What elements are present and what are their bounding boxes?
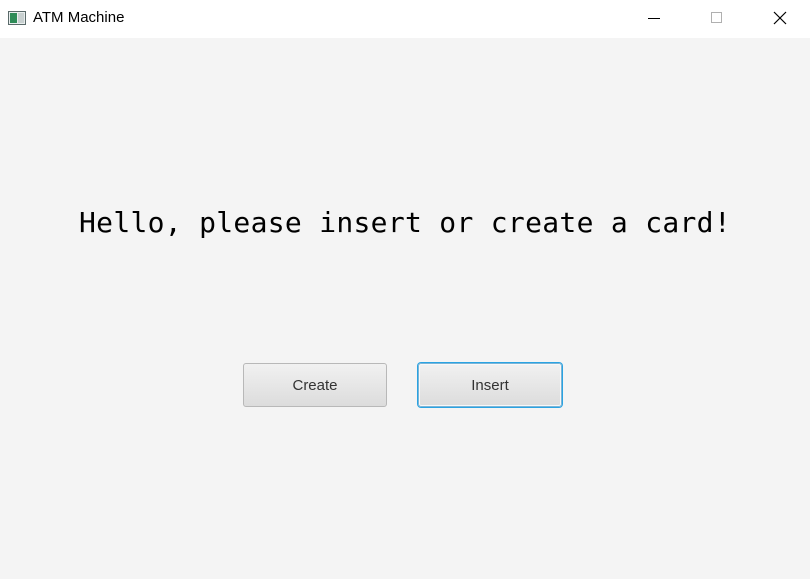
main-content: Hello, please insert or create a card! C…: [0, 38, 810, 579]
window-title: ATM Machine: [33, 9, 125, 26]
insert-button[interactable]: Insert: [418, 363, 562, 407]
app-window-icon: [8, 11, 26, 25]
minimize-icon: [648, 18, 660, 19]
maximize-button[interactable]: [693, 0, 739, 38]
maximize-icon: [711, 12, 722, 23]
close-button[interactable]: [757, 0, 803, 38]
greeting-text: Hello, please insert or create a card!: [79, 206, 731, 239]
close-icon: [773, 11, 787, 25]
minimize-button[interactable]: [631, 0, 677, 38]
title-bar[interactable]: ATM Machine: [0, 0, 810, 38]
create-button[interactable]: Create: [243, 363, 387, 407]
app-window: ATM Machine Hello, please insert or crea…: [0, 0, 810, 579]
